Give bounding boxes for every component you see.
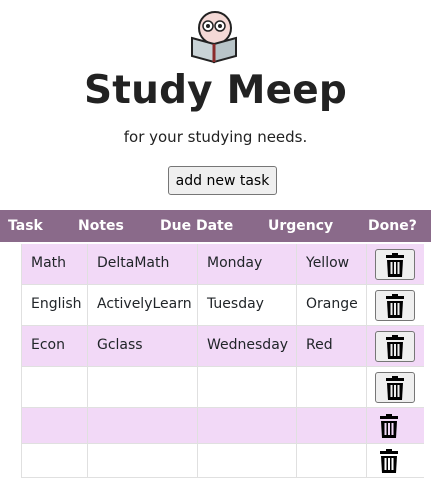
delete-task-button[interactable] — [375, 372, 415, 403]
notes-cell — [88, 408, 198, 444]
task-cell: English — [21, 285, 88, 326]
delete-task-button[interactable] — [375, 249, 415, 280]
urgency-cell: Red — [297, 326, 367, 367]
delete-task-button[interactable] — [375, 331, 415, 362]
table-row: Math DeltaMath Monday Yellow — [21, 244, 424, 285]
table-row — [21, 408, 424, 444]
due-date-cell: Monday — [198, 244, 297, 285]
notes-cell — [88, 367, 198, 408]
trash-icon — [386, 252, 404, 277]
due-date-cell — [198, 444, 297, 478]
table-row — [21, 444, 424, 478]
column-header-done: Done? — [368, 218, 417, 234]
column-header-notes: Notes — [78, 218, 124, 234]
urgency-cell: Orange — [297, 285, 367, 326]
table-row: English ActivelyLearn Tuesday Orange — [21, 285, 424, 326]
task-cell — [21, 367, 88, 408]
trash-icon — [386, 293, 404, 318]
add-task-button[interactable]: add new task — [168, 166, 277, 195]
trash-icon — [386, 375, 404, 400]
table-row — [21, 367, 424, 408]
delete-task-button[interactable] — [375, 290, 415, 321]
due-date-cell — [198, 367, 297, 408]
column-header-urgency: Urgency — [268, 218, 334, 234]
meep-logo-icon — [188, 8, 240, 64]
notes-cell: ActivelyLearn — [88, 285, 198, 326]
trash-icon — [380, 449, 398, 473]
task-cell: Math — [21, 244, 88, 285]
page-title: Study Meep — [83, 68, 348, 113]
table-header: Task Notes Due Date Urgency Done? — [0, 210, 431, 242]
trash-icon — [380, 414, 398, 438]
urgency-cell — [297, 367, 367, 408]
page-subtitle: for your studying needs. — [123, 128, 308, 146]
urgency-cell — [297, 444, 367, 478]
due-date-cell — [198, 408, 297, 444]
column-header-task: Task — [8, 218, 43, 234]
column-header-due-date: Due Date — [160, 218, 234, 234]
task-cell — [21, 444, 88, 478]
due-date-cell: Tuesday — [198, 285, 297, 326]
due-date-cell: Wednesday — [198, 326, 297, 367]
notes-cell: Gclass — [88, 326, 198, 367]
trash-icon — [386, 334, 404, 359]
delete-task-button[interactable] — [375, 412, 403, 440]
notes-cell: DeltaMath — [88, 244, 198, 285]
delete-task-button[interactable] — [375, 447, 403, 475]
urgency-cell: Yellow — [297, 244, 367, 285]
urgency-cell — [297, 408, 367, 444]
notes-cell — [88, 444, 198, 478]
task-cell: Econ — [21, 326, 88, 367]
task-cell — [21, 408, 88, 444]
table-row: Econ Gclass Wednesday Red — [21, 326, 424, 367]
